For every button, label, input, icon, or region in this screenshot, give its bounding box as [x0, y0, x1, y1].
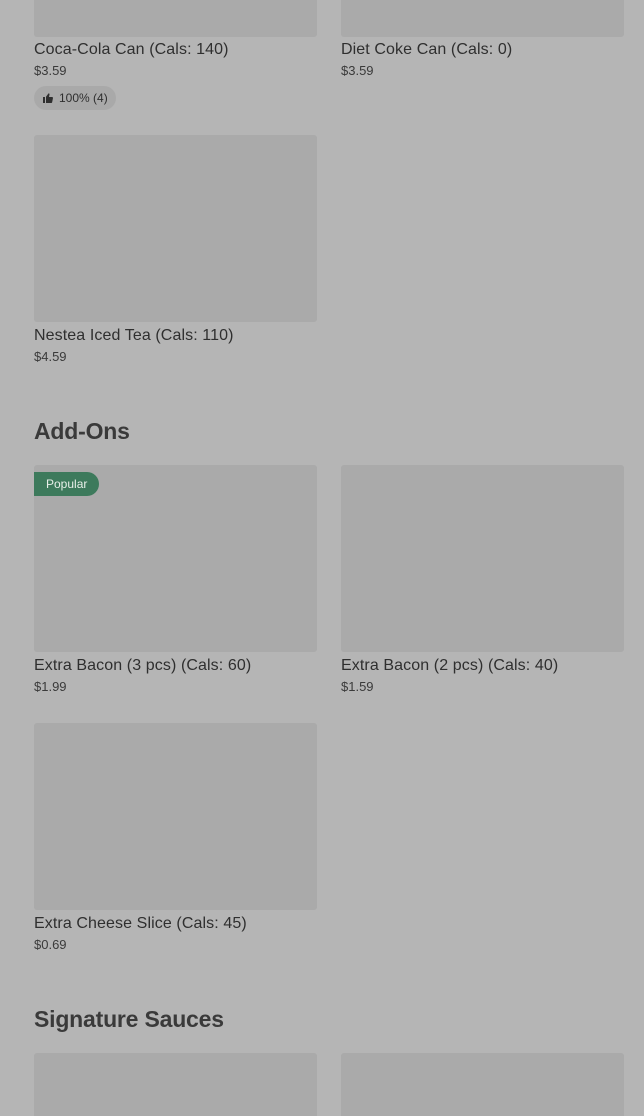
menu-item-card[interactable]: Extra Cheese Slice (Cals: 45) $0.69	[34, 723, 317, 953]
menu-item-card[interactable]: Popular Extra Bacon (3 pcs) (Cals: 60) $…	[34, 465, 317, 695]
popular-badge: Popular	[34, 472, 100, 496]
item-price: $3.59	[341, 63, 374, 78]
menu-item-card[interactable]: Diet Coke Can (Cals: 0) $3.59	[341, 0, 624, 79]
item-image[interactable]: Popular	[34, 465, 317, 652]
item-image[interactable]	[34, 723, 317, 910]
item-image[interactable]	[341, 1053, 624, 1116]
menu-item-card[interactable]	[341, 1053, 624, 1116]
item-image[interactable]	[34, 1053, 317, 1116]
section-title-add-ons: Add-Ons	[34, 418, 130, 444]
rating-badge: 100% (4)	[34, 86, 116, 110]
item-name: Extra Cheese Slice (Cals: 45)	[34, 915, 247, 932]
item-price: $1.99	[34, 679, 67, 694]
item-price: $3.59	[34, 63, 67, 78]
item-name: Diet Coke Can (Cals: 0)	[341, 41, 513, 58]
menu-item-card[interactable]: Coca-Cola Can (Cals: 140) $3.59 100% (4)	[34, 0, 317, 110]
menu-item-card[interactable]: Nestea Iced Tea (Cals: 110) $4.59	[34, 135, 317, 365]
section-title-signature-sauces: Signature Sauces	[34, 1006, 224, 1032]
item-price: $4.59	[34, 349, 67, 364]
menu-item-card[interactable]: Extra Bacon (2 pcs) (Cals: 40) $1.59	[341, 465, 624, 695]
rating-text: 100% (4)	[59, 91, 108, 105]
item-name: Extra Bacon (2 pcs) (Cals: 40)	[341, 657, 559, 674]
item-name: Nestea Iced Tea (Cals: 110)	[34, 327, 234, 344]
item-price: $0.69	[34, 937, 67, 952]
menu-page: Coca-Cola Can (Cals: 140) $3.59 100% (4)…	[0, 0, 644, 1116]
item-image[interactable]	[34, 135, 317, 322]
item-image[interactable]	[341, 465, 624, 652]
item-name: Extra Bacon (3 pcs) (Cals: 60)	[34, 657, 252, 674]
item-image[interactable]	[34, 0, 317, 37]
item-name: Coca-Cola Can (Cals: 140)	[34, 41, 229, 58]
thumbs-up-icon	[42, 92, 54, 104]
item-price: $1.59	[341, 679, 374, 694]
menu-item-card[interactable]	[34, 1053, 317, 1116]
item-image[interactable]	[341, 0, 624, 37]
